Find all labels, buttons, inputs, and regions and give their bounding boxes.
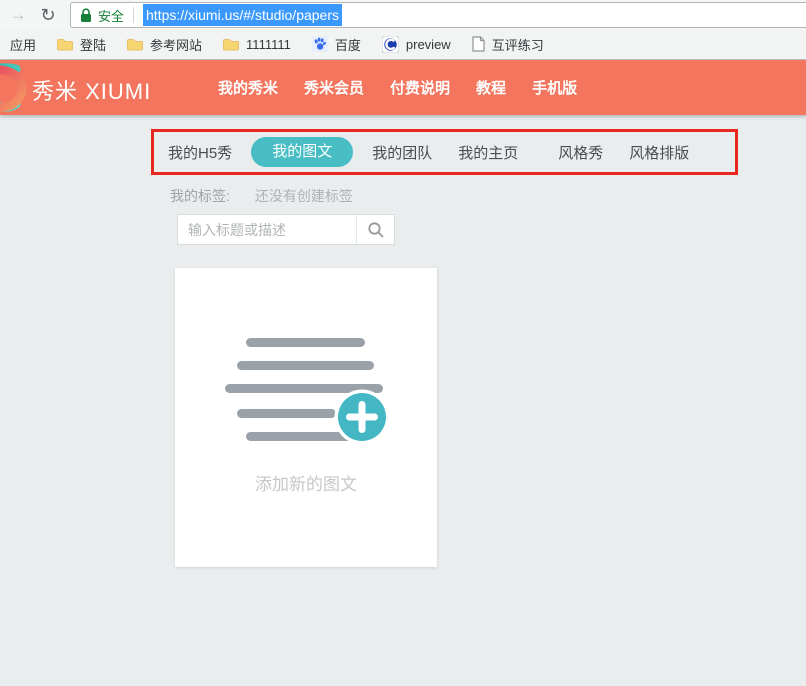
nav-my-xiumi[interactable]: 我的秀米: [218, 77, 278, 98]
lock-icon: [80, 8, 92, 23]
add-paper-label: 添加新的图文: [175, 470, 437, 495]
bookmark-label: 登陆: [80, 35, 106, 54]
url-text[interactable]: https://xiumi.us/#/studio/papers: [143, 4, 342, 26]
tab-style-layout[interactable]: 风格排版: [629, 142, 689, 163]
nav-membership[interactable]: 秀米会员: [304, 77, 364, 98]
bookmark-label: preview: [406, 37, 451, 52]
bookmark-label: 参考网站: [150, 35, 202, 54]
tab-my-papers[interactable]: 我的图文: [251, 137, 353, 167]
bookmark-label: 互评练习: [492, 35, 544, 54]
bookmark-folder-login[interactable]: 登陆: [57, 35, 106, 54]
main-nav: 我的秀米 秀米会员 付费说明 教程 手机版: [218, 60, 577, 115]
browser-toolbar: → ↻ 安全 https://xiumi.us/#/studio/papers: [0, 0, 806, 29]
document-icon: [472, 36, 485, 52]
nav-mobile[interactable]: 手机版: [532, 77, 577, 98]
tags-empty-text: 还没有创建标签: [255, 186, 353, 206]
xiumi-logo-icon: [0, 61, 30, 119]
site-header: 秀米 XIUMI 我的秀米 秀米会员 付费说明 教程 手机版: [0, 60, 806, 115]
bookmark-peer-review[interactable]: 互评练习: [472, 35, 544, 54]
bookmark-baidu[interactable]: 百度: [312, 35, 361, 54]
baidu-paw-icon: [312, 36, 328, 52]
bookmark-folder-reference[interactable]: 参考网站: [127, 35, 202, 54]
bookmark-folder-1111111[interactable]: 1111111: [223, 37, 291, 52]
bookmark-label: 百度: [335, 35, 361, 54]
folder-icon: [127, 37, 143, 51]
tab-my-h5[interactable]: 我的H5秀: [168, 142, 232, 163]
globe-swirl-icon: [382, 36, 399, 53]
folder-icon: [57, 37, 73, 51]
search-button[interactable]: [356, 215, 394, 244]
nav-tutorial[interactable]: 教程: [476, 77, 506, 98]
xiumi-logo[interactable]: 秀米 XIUMI: [32, 74, 151, 106]
tab-my-team[interactable]: 我的团队: [372, 142, 432, 163]
omnibox-separator: [133, 7, 134, 23]
tab-my-homepage[interactable]: 我的主页: [458, 142, 518, 163]
security-label: 安全: [98, 6, 124, 25]
bookmark-label: 1111111: [246, 37, 291, 52]
search-icon: [367, 221, 385, 239]
address-bar[interactable]: 安全 https://xiumi.us/#/studio/papers: [70, 2, 806, 28]
paper-placeholder-illustration: [175, 268, 437, 572]
bookmarks-bar: 应用 登陆 参考网站 1111111 百度: [0, 29, 806, 60]
bookmark-preview[interactable]: preview: [382, 36, 451, 53]
folder-icon: [223, 37, 239, 51]
tab-style-show[interactable]: 风格秀: [558, 142, 603, 163]
bookmark-apps[interactable]: 应用: [10, 35, 36, 54]
tags-row: 我的标签: 还没有创建标签: [170, 186, 353, 206]
tags-label: 我的标签:: [170, 186, 230, 206]
search-input[interactable]: [178, 215, 356, 244]
studio-tabs: 我的H5秀 我的图文 我的团队 我的主页 风格秀 风格排版: [168, 131, 689, 173]
bookmark-label: 应用: [10, 35, 36, 54]
reload-icon[interactable]: ↻: [36, 3, 60, 27]
add-paper-card[interactable]: 添加新的图文: [175, 268, 437, 567]
search-box: [177, 214, 395, 245]
nav-pricing[interactable]: 付费说明: [390, 77, 450, 98]
forward-icon[interactable]: →: [6, 3, 30, 27]
